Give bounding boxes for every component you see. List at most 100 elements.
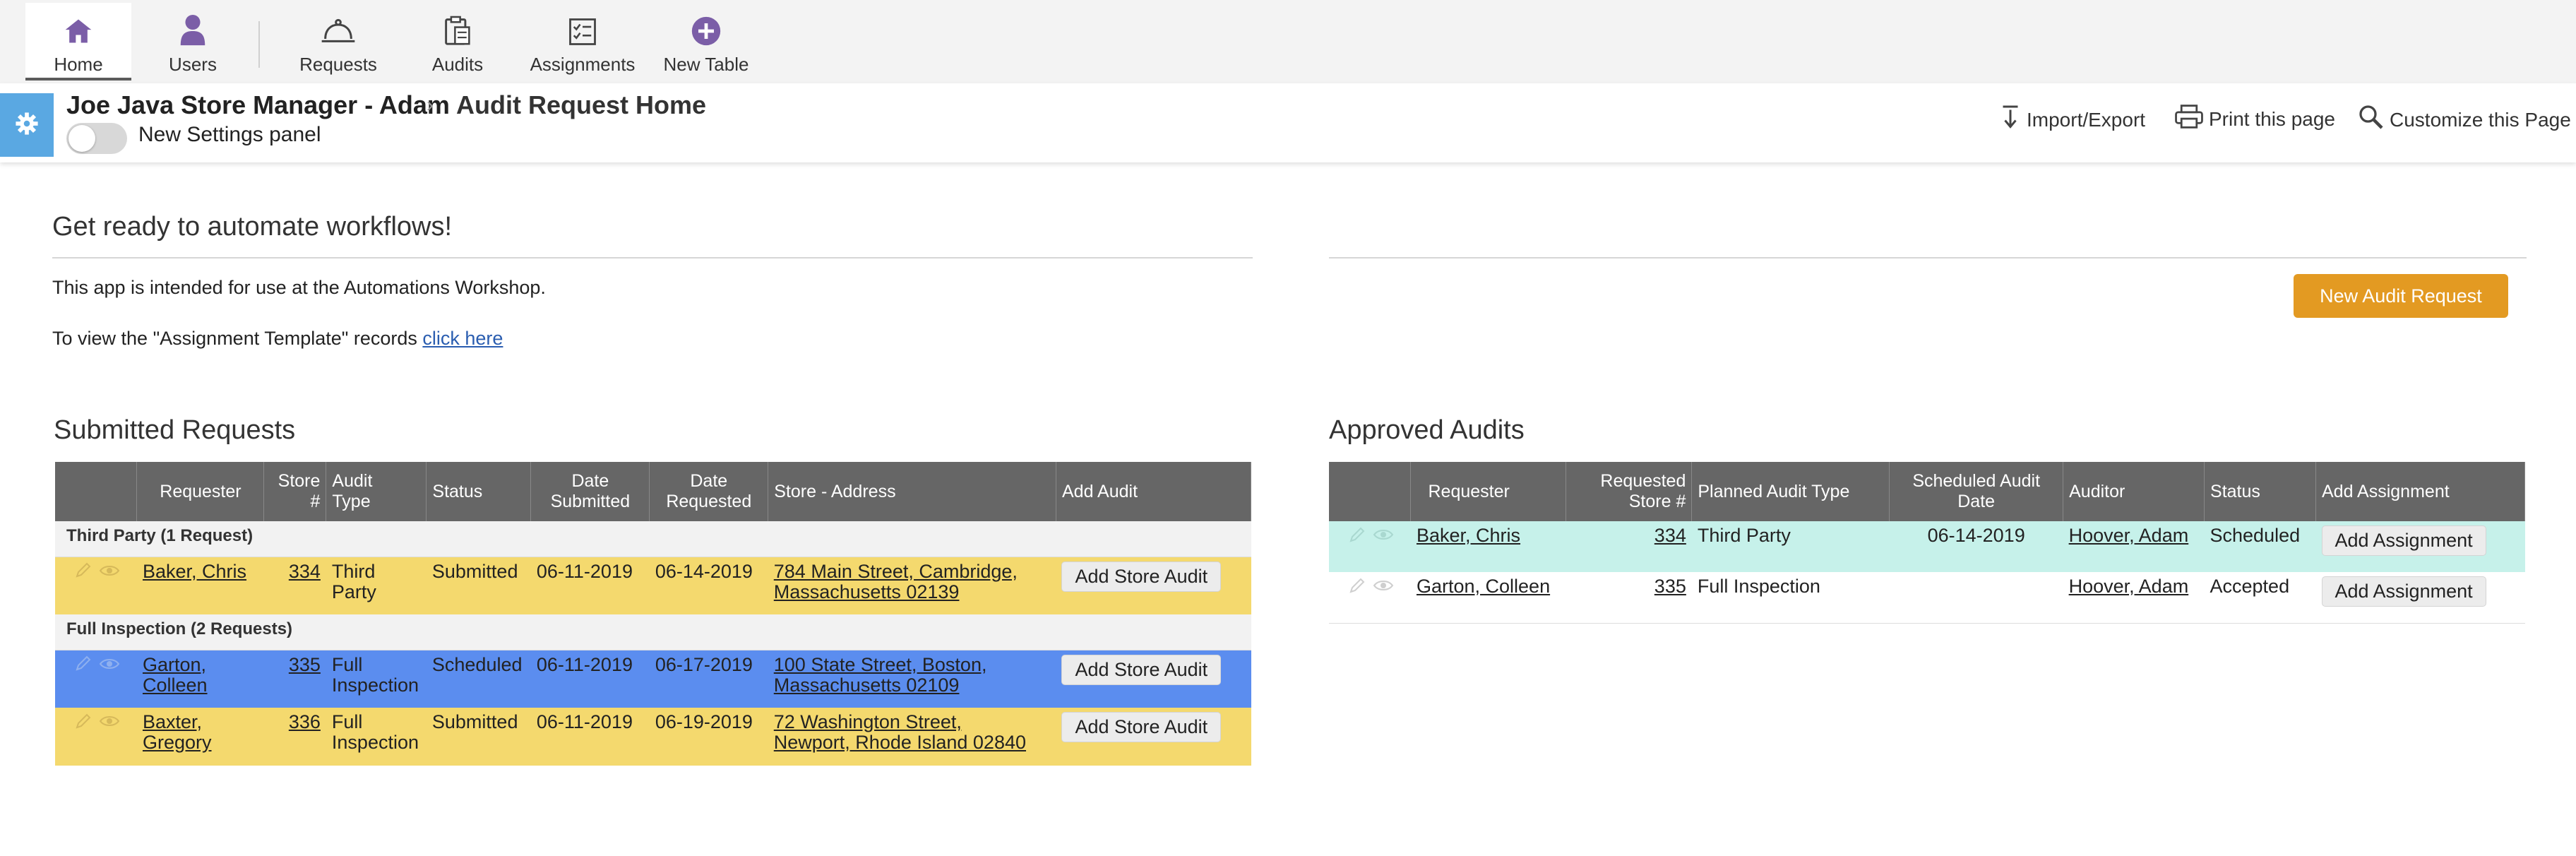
col-actions — [55, 462, 138, 521]
home-icon — [63, 3, 94, 47]
import-export-icon — [2000, 105, 2021, 135]
nav-requests-label: Requests — [299, 54, 377, 75]
col-store-address[interactable]: Store - Address — [768, 462, 1056, 521]
col-audit-type[interactable]: Audit Type — [326, 462, 427, 521]
add-store-audit-button[interactable]: Add Store Audit — [1061, 561, 1222, 592]
click-here-link[interactable]: click here — [422, 328, 503, 349]
table-row: Baker, Chris 334 Third Party Submitted 06… — [55, 557, 1251, 614]
pencil-icon[interactable] — [75, 713, 92, 734]
nav-users[interactable]: Users — [141, 3, 244, 81]
store-link[interactable]: 335 — [1654, 576, 1686, 597]
col-planned-audit-type[interactable]: Planned Audit Type — [1691, 462, 1890, 521]
pencil-icon[interactable] — [75, 561, 92, 583]
col-requester[interactable]: Requester — [1410, 462, 1567, 521]
col-requester[interactable]: Requester — [136, 462, 265, 521]
eye-icon[interactable] — [99, 713, 120, 733]
submitted-requests-table: Requester Store # Audit Type Status Date Su… — [55, 462, 1252, 766]
top-navigation: Home Users Requests Audits Assignments N… — [0, 0, 2576, 84]
submitted-requests-title: Submitted Requests — [54, 415, 296, 445]
date-submitted: 06-11-2019 — [530, 557, 650, 614]
checklist-icon — [568, 3, 597, 47]
requester-link[interactable]: Baxter, Gregory — [143, 711, 212, 753]
col-status[interactable]: Status — [426, 462, 532, 521]
auditor-link[interactable]: Hoover, Adam — [2069, 525, 2189, 546]
col-scheduled-audit-date[interactable]: Scheduled Audit Date — [1889, 462, 2064, 521]
group-label: Full Inspection — [66, 619, 186, 638]
import-export-label: Import/Export — [2027, 108, 2146, 131]
breadcrumb-app[interactable]: Joe Java Store Manager - Adam — [66, 90, 450, 120]
nav-divider — [258, 21, 260, 68]
service-bell-icon — [321, 3, 356, 47]
table-header-row: Requester Requested Store # Planned Audit… — [1329, 462, 2525, 521]
audit-type: Full Inspection — [326, 708, 427, 766]
status: Submitted — [426, 708, 531, 766]
nav-assignments[interactable]: Assignments — [525, 3, 640, 81]
eye-icon[interactable] — [99, 562, 120, 583]
pencil-icon[interactable] — [1349, 526, 1366, 547]
add-assignment-button[interactable]: Add Assignment — [2321, 576, 2486, 607]
col-store[interactable]: Store # — [263, 462, 327, 521]
group-row-third-party[interactable]: Third Party (1 Request) — [55, 521, 1251, 557]
pencil-icon[interactable] — [1349, 577, 1366, 598]
customize-link[interactable]: Customize this Page — [2359, 105, 2571, 135]
add-assignment-button[interactable]: Add Assignment — [2321, 525, 2486, 556]
assignment-template-text: To view the "Assignment Template" record… — [52, 328, 503, 350]
group-row-full-inspection[interactable]: Full Inspection (2 Requests) — [55, 614, 1251, 650]
col-requested-store[interactable]: Requested Store # — [1566, 462, 1693, 521]
nav-audits-label: Audits — [431, 54, 484, 75]
table-row: Garton, Colleen 335 Full Inspection Schedu… — [55, 650, 1251, 708]
welcome-heading: Get ready to automate workflows! — [52, 212, 453, 242]
requester-link[interactable]: Baker, Chris — [1417, 525, 1520, 546]
toggle-knob — [68, 125, 95, 152]
address-link[interactable]: 72 Washington Street, Newport, Rhode Isla… — [774, 711, 1026, 753]
approved-audits-title: Approved Audits — [1329, 415, 1525, 445]
date-submitted: 06-11-2019 — [530, 650, 650, 708]
store-link[interactable]: 334 — [289, 561, 321, 582]
magnify-icon — [2359, 105, 2384, 135]
planned-audit-type: Third Party — [1691, 521, 1890, 572]
status: Submitted — [426, 557, 531, 614]
store-link[interactable]: 334 — [1654, 525, 1686, 546]
requester-link[interactable]: Garton, Colleen — [1417, 576, 1550, 597]
date-requested: 06-17-2019 — [649, 650, 768, 708]
col-actions — [1329, 462, 1412, 521]
settings-panel-button[interactable] — [0, 93, 54, 157]
assignment-template-prefix: To view the "Assignment Template" record… — [52, 328, 423, 349]
address-link[interactable]: 100 State Street, Boston, Massachusetts 0… — [774, 654, 987, 696]
print-label: Print this page — [2209, 107, 2335, 130]
col-auditor[interactable]: Auditor — [2063, 462, 2205, 521]
col-date-requested[interactable]: Date Requested — [649, 462, 769, 521]
settings-panel-toggle[interactable] — [66, 123, 127, 154]
eye-icon[interactable] — [1373, 577, 1394, 598]
col-status[interactable]: Status — [2204, 462, 2316, 521]
status: Scheduled — [2204, 521, 2316, 572]
pencil-icon[interactable] — [75, 655, 92, 676]
printer-icon — [2175, 105, 2203, 133]
requester-link[interactable]: Baker, Chris — [143, 561, 246, 582]
import-export-link[interactable]: Import/Export — [2000, 105, 2145, 135]
nav-home[interactable]: Home — [25, 3, 131, 81]
approved-audits-table: Requester Requested Store # Planned Audit… — [1329, 462, 2525, 624]
requester-link[interactable]: Garton, Colleen — [143, 654, 208, 696]
settings-toggle-label: New Settings panel — [138, 123, 321, 146]
eye-icon[interactable] — [99, 655, 120, 676]
table-row: Baker, Chris 334 Third Party 06-14-2019 … — [1329, 521, 2525, 572]
col-add-audit: Add Audit — [1056, 462, 1252, 521]
nav-requests[interactable]: Requests — [285, 3, 391, 81]
store-link[interactable]: 336 — [289, 711, 321, 732]
col-date-submitted[interactable]: Date Submitted — [530, 462, 650, 521]
eye-icon[interactable] — [1373, 526, 1394, 547]
page-title: Audit Request Home — [456, 90, 707, 119]
right-divider — [1329, 257, 2527, 258]
table-header-row: Requester Store # Audit Type Status Date Su… — [55, 462, 1252, 521]
nav-audits[interactable]: Audits — [408, 3, 507, 81]
auditor-link[interactable]: Hoover, Adam — [2069, 576, 2189, 597]
nav-home-label: Home — [54, 54, 103, 75]
print-link[interactable]: Print this page — [2175, 105, 2335, 133]
add-store-audit-button[interactable]: Add Store Audit — [1061, 712, 1222, 742]
add-store-audit-button[interactable]: Add Store Audit — [1061, 654, 1222, 685]
address-link[interactable]: 784 Main Street, Cambridge, Massachusetts… — [774, 561, 1018, 602]
store-link[interactable]: 335 — [289, 654, 321, 675]
new-audit-request-button[interactable]: New Audit Request — [2294, 274, 2508, 318]
nav-new-table[interactable]: New Table — [657, 3, 756, 81]
